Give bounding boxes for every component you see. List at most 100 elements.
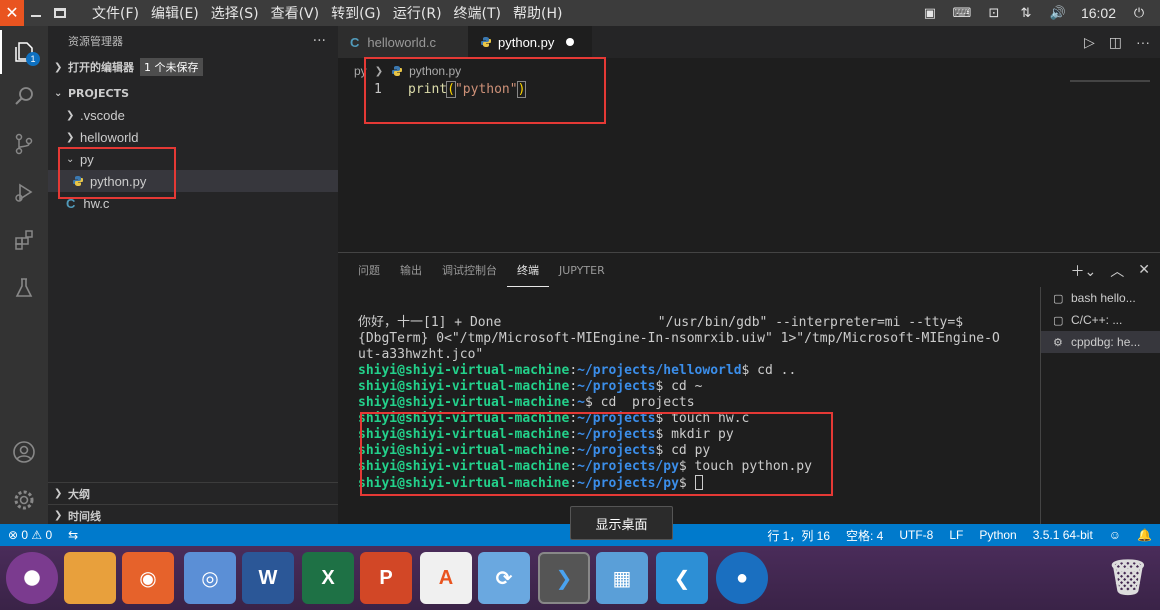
a11y-icon[interactable]: ⊡ — [985, 5, 1003, 20]
close-window-button[interactable]: ✕ — [0, 0, 24, 26]
editor-actions: ▷ ◫ ··· — [1084, 34, 1150, 51]
new-terminal-icon[interactable]: ＋⌄ — [1071, 261, 1097, 281]
ubuntu-icon[interactable] — [6, 552, 58, 604]
projects-section[interactable]: ⌄ PROJECTS — [48, 82, 338, 104]
split-editor-icon[interactable]: ◫ — [1109, 34, 1122, 51]
outline-label: 大纲 — [68, 487, 90, 501]
outline-section[interactable]: ❯ 大纲 — [48, 482, 338, 504]
show-desktop-icon[interactable]: ▦ — [596, 552, 648, 604]
tree-item-hw-c[interactable]: C hw.c — [48, 192, 338, 214]
prompt-colon: : — [569, 363, 578, 378]
keyboard-icon[interactable]: ⌨ — [953, 5, 972, 20]
indentation[interactable]: 空格: 4 — [838, 527, 891, 544]
run-file-icon[interactable]: ▷ — [1084, 34, 1095, 51]
breadcrumb-separator-icon: ❯ — [374, 65, 384, 77]
files-icon[interactable] — [64, 552, 116, 604]
power-icon[interactable]: ⏻ — [1130, 5, 1148, 20]
chevron-right-icon: ❯ — [66, 109, 75, 121]
terminal-list-item[interactable]: ▢ bash hello... — [1041, 287, 1160, 309]
extensions-icon[interactable] — [0, 218, 48, 262]
tree-item-python-py[interactable]: python.py — [48, 170, 338, 192]
calc-icon[interactable]: X — [302, 552, 354, 604]
terminal-line: shiyi@shiyi-virtual-machine:~/projects$ … — [358, 427, 1038, 443]
network-icon[interactable]: ⇅ — [1017, 5, 1035, 20]
source-control-icon[interactable] — [0, 122, 48, 166]
impress-icon[interactable]: P — [360, 552, 412, 604]
run-debug-icon[interactable] — [0, 170, 48, 214]
explorer-icon[interactable]: 1 — [0, 30, 48, 74]
unsaved-dot-icon[interactable] — [566, 38, 575, 46]
trash-icon[interactable]: 🗑 — [1102, 552, 1154, 604]
notifications-bell-icon[interactable]: 🔔 — [1129, 528, 1160, 542]
firefox-icon[interactable]: ◉ — [122, 552, 174, 604]
clock[interactable]: 16:02 — [1081, 5, 1116, 21]
menu-view[interactable]: 查看(V) — [265, 3, 326, 23]
terminal-list-item[interactable]: ▢ C/C++: ... — [1041, 309, 1160, 331]
minimap[interactable] — [1070, 80, 1150, 82]
feedback-icon[interactable]: ☺ — [1101, 528, 1129, 542]
menu-go[interactable]: 转到(G) — [325, 3, 387, 23]
tab-output[interactable]: 输出 — [390, 253, 432, 287]
code-line-1[interactable]: print("python") — [408, 81, 527, 98]
code-editor[interactable]: py ❯ python.py 1 print("python") — [338, 58, 1160, 252]
volume-icon[interactable]: 🔊 — [1049, 5, 1067, 20]
menu-help[interactable]: 帮助(H) — [507, 3, 568, 23]
maximize-panel-icon[interactable]: ︿ — [1110, 261, 1124, 281]
gear-icon: ⚙ — [1053, 336, 1063, 349]
tree-item-label: py — [80, 151, 94, 167]
close-panel-icon[interactable]: ✕ — [1138, 261, 1150, 281]
python-interpreter[interactable]: 3.5.1 64-bit — [1025, 528, 1101, 542]
explorer-header: 资源管理器 ··· — [48, 26, 338, 56]
tree-item-helloworld[interactable]: ❯ helloworld — [48, 126, 338, 148]
tab-label: python.py — [498, 34, 555, 50]
dvd-icon[interactable]: ● — [716, 552, 768, 604]
menu-edit[interactable]: 编辑(E) — [145, 3, 205, 23]
problems-indicator[interactable]: ⊗ 0 ⚠ 0 — [0, 528, 60, 542]
writer-icon[interactable]: W — [242, 552, 294, 604]
code-area[interactable]: 1 print("python") — [338, 81, 1160, 252]
more-actions-button[interactable]: ··· — [313, 33, 326, 49]
code-paren-close: ) — [516, 81, 527, 98]
prompt-command: $ cd projects — [584, 395, 695, 410]
tab-terminal[interactable]: 终端 — [507, 253, 549, 287]
timeline-section[interactable]: ❯ 时间线 — [48, 504, 338, 526]
menu-file[interactable]: 文件(F) — [86, 3, 145, 23]
account-icon[interactable] — [0, 430, 48, 474]
menu-run[interactable]: 运行(R) — [387, 3, 448, 23]
breadcrumb-file[interactable]: python.py — [409, 64, 461, 78]
tab-jupyter[interactable]: JUPYTER — [549, 253, 615, 287]
tree-item-py[interactable]: ⌄ py — [48, 148, 338, 170]
breadcrumb: py ❯ python.py — [354, 64, 461, 78]
settings-gear-icon[interactable] — [0, 478, 48, 522]
vscode-icon[interactable]: ❮ — [656, 552, 708, 604]
tree-item-vscode[interactable]: ❯ .vscode — [48, 104, 338, 126]
breadcrumb-folder[interactable]: py — [354, 64, 367, 78]
encoding[interactable]: UTF-8 — [891, 528, 941, 542]
more-actions-icon[interactable]: ··· — [1136, 34, 1150, 51]
software-icon[interactable]: A — [420, 552, 472, 604]
menu-selection[interactable]: 选择(S) — [205, 3, 265, 23]
updater-icon[interactable]: ⟳ — [478, 552, 530, 604]
tab-debug-console[interactable]: 调试控制台 — [432, 253, 507, 287]
search-icon[interactable] — [0, 74, 48, 118]
menu-terminal[interactable]: 终端(T) — [448, 3, 507, 23]
terminal-list-label: C/C++: ... — [1071, 313, 1123, 327]
live-share-icon[interactable]: ⇆ — [60, 528, 86, 542]
end-of-line[interactable]: LF — [941, 528, 971, 542]
remote-icon[interactable]: ▣ — [921, 5, 939, 20]
panel-actions: ＋⌄ ︿ ✕ — [1071, 261, 1150, 281]
terminal-output[interactable]: 你好，十一[1] + Done "/usr/bin/gdb" --interpr… — [358, 315, 1038, 491]
tab-helloworld-c[interactable]: C helloworld.c — [338, 26, 468, 58]
open-editors-section[interactable]: ❯ 打开的编辑器 1 个未保存 — [48, 56, 338, 78]
cursor-position[interactable]: 行 1，列 16 — [759, 527, 838, 544]
terminal-list-item[interactable]: ⚙ cppdbg: he... — [1041, 331, 1160, 353]
chromium-icon[interactable]: ◎ — [184, 552, 236, 604]
minimize-window-button[interactable] — [24, 0, 48, 26]
tab-problems[interactable]: 问题 — [348, 253, 390, 287]
terminal-icon[interactable]: ❯ — [538, 552, 590, 604]
language-mode[interactable]: Python — [971, 528, 1024, 542]
maximize-window-button[interactable] — [48, 0, 72, 26]
tab-python-py[interactable]: python.py — [468, 26, 592, 58]
testing-flask-icon[interactable] — [0, 266, 48, 310]
prompt-command: $ — [678, 476, 695, 491]
